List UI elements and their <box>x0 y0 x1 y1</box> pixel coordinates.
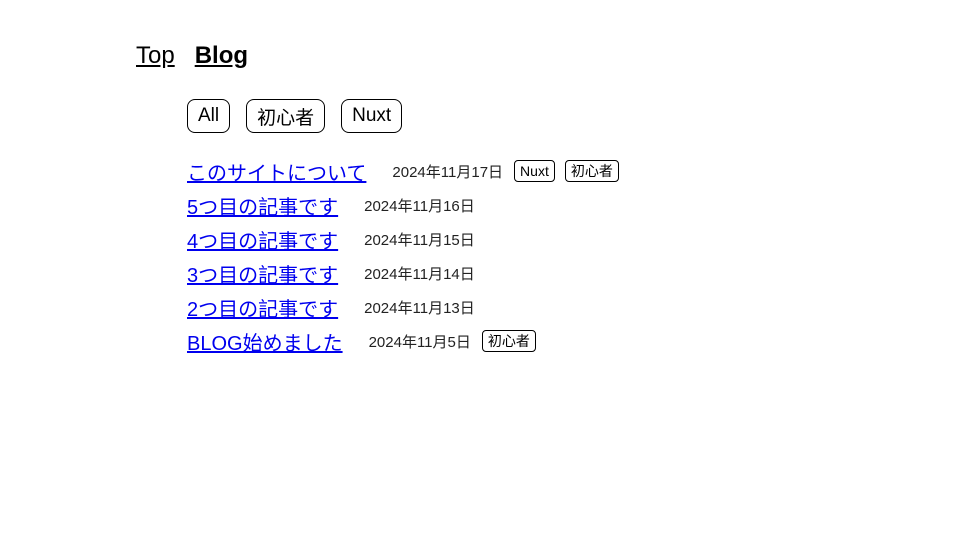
post-item: 5つ目の記事です 2024年11月16日 <box>187 188 629 222</box>
post-link[interactable]: BLOG始めました <box>187 327 343 356</box>
post-list: このサイトについて 2024年11月17日 Nuxt 初心者 5つ目の記事です … <box>187 154 629 358</box>
post-date: 2024年11月14日 <box>364 265 475 283</box>
post-link[interactable]: 2つ目の記事です <box>187 293 338 322</box>
nav-link-top[interactable]: Top <box>136 42 175 70</box>
filter-nuxt-button[interactable]: Nuxt <box>341 99 403 133</box>
post-date: 2024年11月13日 <box>364 299 475 317</box>
post-link[interactable]: 3つ目の記事です <box>187 259 338 288</box>
post-date: 2024年11月17日 <box>392 163 504 181</box>
post-tag: 初心者 <box>481 330 536 352</box>
tag-filter-bar: All 初心者 Nuxt <box>187 99 403 133</box>
post-item: 2つ目の記事です 2024年11月13日 <box>187 290 629 324</box>
post-tag: 初心者 <box>564 160 619 182</box>
post-date: 2024年11月16日 <box>364 197 475 215</box>
post-item: このサイトについて 2024年11月17日 Nuxt 初心者 <box>187 154 629 188</box>
filter-beginner-button[interactable]: 初心者 <box>246 99 326 133</box>
post-link[interactable]: 5つ目の記事です <box>187 191 338 220</box>
post-tag: Nuxt <box>514 160 555 182</box>
post-link[interactable]: このサイトについて <box>187 157 366 186</box>
post-date: 2024年11月15日 <box>364 231 475 249</box>
filter-all-button[interactable]: All <box>187 99 231 133</box>
post-item: 3つ目の記事です 2024年11月14日 <box>187 256 629 290</box>
post-date: 2024年11月5日 <box>368 333 471 351</box>
post-item: 4つ目の記事です 2024年11月15日 <box>187 222 629 256</box>
nav-link-blog[interactable]: Blog <box>195 42 248 70</box>
post-item: BLOG始めました 2024年11月5日 初心者 <box>187 324 629 358</box>
top-nav: Top Blog <box>136 42 248 70</box>
post-link[interactable]: 4つ目の記事です <box>187 225 338 254</box>
